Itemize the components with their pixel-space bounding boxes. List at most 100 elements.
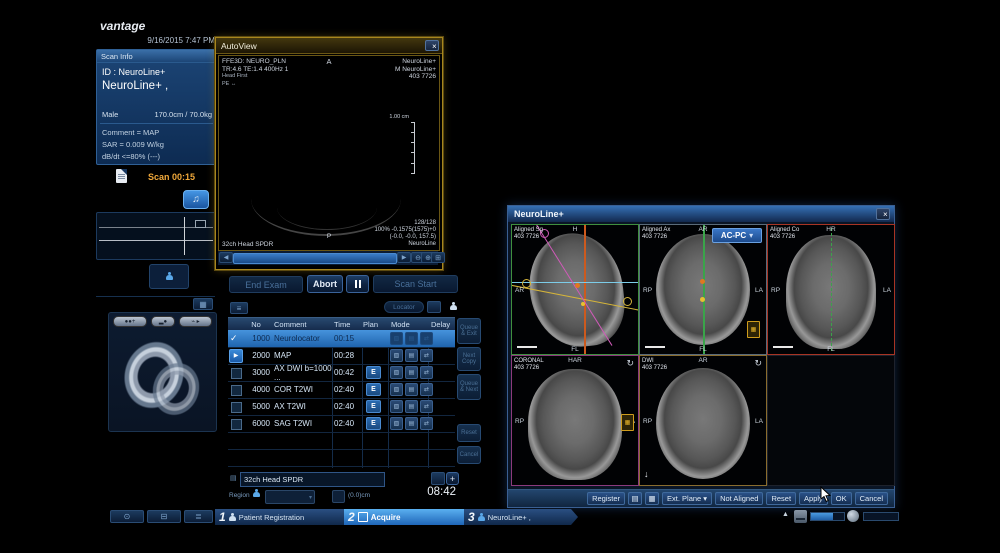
dbdt-value: dB/dt <=80% (---) [102, 152, 160, 161]
power-button[interactable]: ⊙ [110, 510, 144, 523]
ok-button[interactable]: OK [831, 492, 852, 505]
coronal-brain-image [528, 369, 621, 480]
next-copy-button[interactable]: Next Copy [457, 347, 481, 371]
mode-icon-3[interactable]: ⇄ [420, 400, 433, 413]
queue-row[interactable]: 4000 COR T2WI 02:40 E ▧ ▤ ⇄ [228, 381, 455, 399]
storage-icon[interactable] [794, 510, 807, 523]
mode-icon-3[interactable]: ⇄ [420, 366, 433, 379]
image-scrollbar[interactable] [233, 253, 397, 264]
cancel-button[interactable]: Cancel [855, 492, 888, 505]
autoview-titlebar[interactable]: AutoView [216, 38, 442, 54]
rotate-icon[interactable]: ↻ [626, 358, 634, 369]
mode-icon-2[interactable]: ▤ [405, 366, 418, 379]
mode-icon-2[interactable]: ▤ [405, 417, 418, 430]
reset-button[interactable]: Reset [766, 492, 796, 505]
transfer-button[interactable] [445, 298, 461, 314]
plan-line-vertical[interactable] [584, 225, 586, 354]
tab-patient-registration[interactable]: 1 Patient Registration [215, 509, 356, 525]
mode-icon-3[interactable]: ⇄ [420, 349, 433, 362]
viewport-empty[interactable] [767, 355, 895, 486]
queue-row[interactable]: 5000 AX T2WI 02:40 E ▧ ▤ ⇄ [228, 398, 455, 416]
dock-button[interactable]: ≣ [184, 510, 213, 523]
mode-icon-1[interactable]: ▧ [390, 349, 403, 362]
mode-icon-3[interactable]: ⇄ [420, 383, 433, 396]
region-dropdown[interactable]: ▾ [265, 490, 315, 504]
mode-icon-1[interactable]: ▧ [390, 366, 403, 379]
offset-checkbox[interactable] [332, 490, 345, 503]
tab-neuroline[interactable]: 3 NeuroLine+ , [464, 509, 578, 525]
rotate-icon[interactable]: ↻ [754, 358, 762, 369]
coil-input[interactable]: 32ch Head SPDR [240, 472, 385, 487]
viewport-coronal-reference[interactable]: CORONAL403 7726 HAR RP LA ↻ ▦ [511, 355, 639, 486]
register-button[interactable]: Register [587, 492, 625, 505]
neuroline-titlebar[interactable]: NeuroLine+ [508, 206, 894, 222]
queue-row[interactable]: 6000 SAG T2WI 02:40 E ▧ ▤ ⇄ [228, 415, 455, 433]
scroll-down-icon[interactable]: ↓ [644, 469, 649, 479]
plan-badge[interactable]: E [366, 383, 381, 396]
viewport-aligned-axial[interactable]: Aligned Ax403 7726 AR RP LA FL AC-PC▾ ▦ [639, 224, 767, 355]
pause-icon [355, 280, 357, 288]
not-aligned-button[interactable]: Not Aligned [715, 492, 763, 505]
coil-option-button[interactable] [431, 472, 445, 485]
ext-plane-dropdown[interactable]: Ext. Plane ▾ [662, 492, 712, 505]
mode-icon-2[interactable]: ▤ [405, 400, 418, 413]
autoview-close-button[interactable]: × [425, 40, 439, 51]
plan-badge[interactable]: E [366, 400, 381, 413]
locator-button[interactable]: Locator [384, 301, 424, 313]
mode-icon-1[interactable]: ▧ [390, 417, 403, 430]
mode-icon-1[interactable]: ▧ [390, 383, 403, 396]
plan-badge[interactable]: E [366, 417, 381, 430]
queue-exit-button[interactable]: Queue & Exit [457, 318, 481, 344]
mode-icon-3[interactable]: ⇄ [420, 417, 433, 430]
line-handle[interactable] [623, 297, 632, 306]
queue-row[interactable]: 3000 AX DWI b=1000 ... 00:42 E ▧ ▤ ⇄ [228, 364, 455, 382]
gantry-grid-button[interactable]: ▦ [193, 298, 213, 310]
queue-next-button[interactable]: Queue & Next [457, 374, 481, 400]
patient-position-button[interactable] [149, 264, 189, 289]
display-button[interactable]: ⊟ [147, 510, 181, 523]
pause-button[interactable] [346, 275, 369, 293]
queue-cancel-button[interactable]: Cancel [457, 446, 481, 464]
pan-button[interactable]: ⊞ [431, 252, 445, 263]
autoview-image-area[interactable]: FFE3D: NEURO_PLN TR:4.6 TE:1.4 400Hz 1 H… [218, 55, 440, 251]
add-coil-button[interactable]: + [446, 472, 459, 485]
queue-option-button[interactable] [427, 301, 441, 313]
close-icon: × [883, 210, 888, 219]
mode-icon-1[interactable]: ▧ [390, 332, 403, 345]
acpc-dropdown[interactable]: AC-PC▾ [712, 228, 762, 243]
queue-row[interactable]: ▶ 2000 MAP 00:28 ▧ ▤ ⇄ [228, 347, 455, 365]
mode-icon-1[interactable]: ▧ [390, 400, 403, 413]
flag-button[interactable]: ▦ [645, 492, 659, 505]
mode-icon-2[interactable]: ▤ [405, 332, 418, 345]
orange-roi-badge[interactable]: ▦ [747, 321, 760, 338]
eject-icon[interactable]: ▲ [782, 511, 789, 518]
neuroline-close-button[interactable]: × [876, 208, 890, 220]
mode-icon-2[interactable]: ▤ [405, 383, 418, 396]
viewport-dwi[interactable]: DWI403 7726 AR RP LA ↻ ↓ [639, 355, 767, 486]
orange-roi-badge[interactable]: ▦ [621, 414, 634, 431]
mode-icon-3[interactable]: ⇄ [420, 332, 433, 345]
midline[interactable] [703, 225, 705, 354]
scroll-left-button[interactable]: ◀ [219, 252, 233, 263]
landmark-button[interactable]: ⌁ ▸ [179, 316, 212, 327]
queue-reset-button[interactable]: Reset [457, 424, 481, 442]
music-button[interactable]: ♫ [183, 190, 209, 209]
coil-select-button[interactable]: ●●+ [113, 316, 147, 327]
network-icon[interactable] [847, 510, 859, 522]
midline-dashed[interactable] [831, 228, 832, 352]
layout-button[interactable]: ▤ [628, 492, 642, 505]
layout-icon: ▤ [631, 494, 638, 503]
queue-list-button[interactable]: ≡ [230, 302, 248, 314]
mode-icon-2[interactable]: ▤ [405, 349, 418, 362]
row-mode-icons[interactable]: ▧ ▤ ⇄ [390, 330, 435, 347]
viewport-aligned-sagittal[interactable]: Aligned Sg403 7726 H AR FL [511, 224, 639, 355]
queue-row[interactable]: ✓ 1000 Neurolocator 00:15 ▧ ▤ ⇄ [228, 330, 455, 348]
plan-badge[interactable]: E [366, 366, 381, 379]
abort-button[interactable]: Abort [307, 275, 343, 293]
scan-start-button[interactable]: Scan Start [373, 275, 458, 293]
viewport-aligned-coronal[interactable]: Aligned Co403 7726 HR RP LA FL [767, 224, 895, 355]
couch-move-button[interactable]: ▂● [151, 316, 175, 327]
end-exam-button[interactable]: End Exam [229, 276, 303, 293]
scroll-right-button[interactable]: ▶ [397, 252, 411, 263]
tab-acquire[interactable]: 2 Acquire [344, 509, 476, 525]
